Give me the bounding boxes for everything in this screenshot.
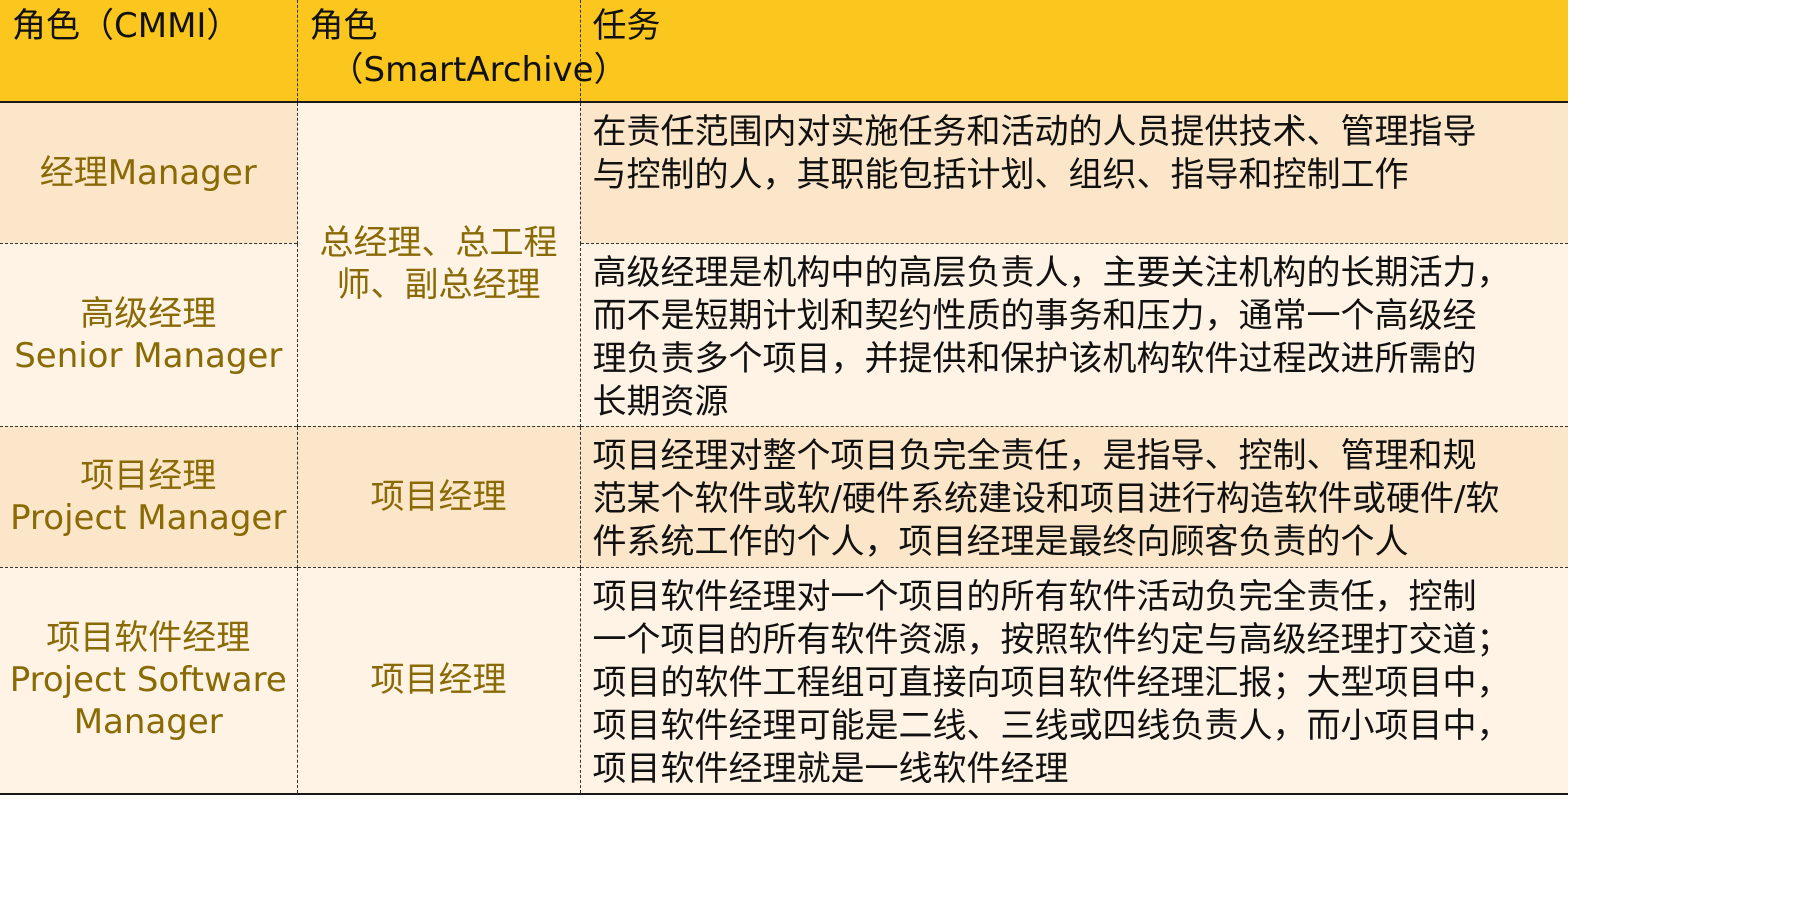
- cmmi-role-line: Project Manager: [10, 497, 287, 538]
- smartarchive-role-cell: 总经理、总工程 师、副总经理: [297, 102, 581, 426]
- header-task-label: 任务: [592, 6, 661, 46]
- task-line: 件系统工作的个人，项目经理是最终向顾客负责的个人: [592, 521, 1409, 562]
- smartarchive-role-line: 师、副总经理: [336, 265, 541, 306]
- table-row: 项目经理 Project Manager 项目经理 项目经理对整个项目负完全责任…: [0, 425, 1568, 567]
- header-cmmi-role: 角色（CMMI）: [0, 0, 298, 103]
- task-line: 长期资源: [592, 381, 729, 422]
- smartarchive-role-cell: 项目经理: [297, 425, 581, 567]
- smartarchive-role-line: 总经理、总工程: [319, 223, 558, 264]
- task-line: 范某个软件或软/硬件系统建设和项目进行构造软件或硬件/软: [592, 478, 1500, 519]
- task-line: 而不是短期计划和契约性质的事务和压力，通常一个高级经: [592, 295, 1477, 336]
- cmmi-role-line: Manager: [73, 702, 223, 743]
- task-cell: 在责任范围内对实施任务和活动的人员提供技术、管理指导 与控制的人，其职能包括计划…: [580, 102, 1568, 243]
- cmmi-role-line: Senior Manager: [14, 335, 283, 376]
- smartarchive-role-line: 项目经理: [370, 476, 507, 517]
- task-line: 项目软件经理就是一线软件经理: [592, 748, 1069, 789]
- task-line: 项目软件经理可能是二线、三线或四线负责人，而小项目中，: [592, 705, 1511, 746]
- task-cell: 高级经理是机构中的高层负责人，主要关注机构的长期活力， 而不是短期计划和契约性质…: [580, 242, 1568, 426]
- header-cmmi-role-label: 角色（CMMI）: [12, 6, 241, 46]
- cmmi-role-line: Project Software: [9, 660, 287, 701]
- header-task: 任务: [580, 0, 1568, 103]
- smartarchive-role-line: 项目经理: [370, 660, 507, 701]
- cmmi-role-line: 项目软件经理: [46, 618, 251, 659]
- task-cell: 项目经理对整个项目负完全责任，是指导、控制、管理和规 范某个软件或软/硬件系统建…: [580, 425, 1568, 567]
- task-line: 项目的软件工程组可直接向项目软件经理汇报；大型项目中，: [592, 662, 1511, 703]
- table-row: 项目软件经理 Project Software Manager 项目经理 项目软…: [0, 566, 1568, 795]
- header-smartarchive-role-line1: 角色: [309, 6, 378, 46]
- cmmi-role-cell: 经理Manager: [0, 102, 298, 243]
- task-line: 理负责多个项目，并提供和保护该机构软件过程改进所需的: [592, 338, 1477, 379]
- cmmi-role-line: 经理Manager: [39, 152, 257, 193]
- cmmi-role-cell: 项目经理 Project Manager: [0, 425, 298, 567]
- table-header-row: 角色（CMMI） 角色 （SmartArchive） 任务: [0, 0, 1568, 103]
- task-cell: 项目软件经理对一个项目的所有软件活动负完全责任，控制 一个项目的所有软件资源，按…: [580, 566, 1568, 795]
- task-line: 项目软件经理对一个项目的所有软件活动负完全责任，控制: [592, 576, 1477, 617]
- page: 角色（CMMI） 角色 （SmartArchive） 任务 经理Manager …: [0, 0, 1568, 916]
- task-line: 与控制的人，其职能包括计划、组织、指导和控制工作: [592, 155, 1409, 195]
- task-line: 项目经理对整个项目负完全责任，是指导、控制、管理和规: [592, 435, 1477, 476]
- task-line: 在责任范围内对实施任务和活动的人员提供技术、管理指导: [592, 112, 1477, 152]
- roles-table: 角色（CMMI） 角色 （SmartArchive） 任务 经理Manager …: [0, 0, 1568, 795]
- cmmi-role-line: 高级经理: [80, 293, 217, 334]
- header-smartarchive-role: 角色 （SmartArchive）: [297, 0, 628, 103]
- smartarchive-role-cell: 项目经理: [297, 566, 581, 795]
- header-smartarchive-role-line2: （SmartArchive）: [329, 50, 628, 90]
- task-line: 高级经理是机构中的高层负责人，主要关注机构的长期活力，: [592, 252, 1511, 293]
- cmmi-role-cell: 项目软件经理 Project Software Manager: [0, 566, 298, 795]
- cmmi-role-line: 项目经理: [80, 455, 217, 496]
- table-row: 经理Manager 总经理、总工程 师、副总经理 在责任范围内对实施任务和活动的…: [0, 102, 1568, 426]
- table-row: 高级经理 Senior Manager 高级经理是机构中的高层负责人，主要关注机…: [0, 242, 1568, 426]
- cmmi-role-cell: 高级经理 Senior Manager: [0, 242, 298, 426]
- task-line: 一个项目的所有软件资源，按照软件约定与高级经理打交道；: [592, 619, 1511, 660]
